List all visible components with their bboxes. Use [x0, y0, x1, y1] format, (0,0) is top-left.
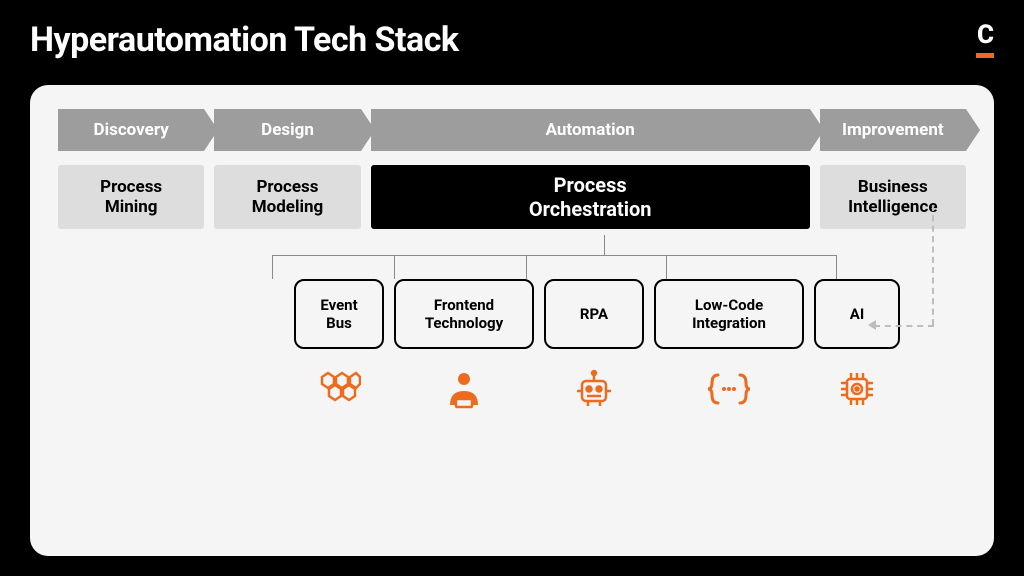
box-process-modeling: ProcessModeling — [214, 165, 360, 229]
stage-row: Discovery Design Automation Improvement — [58, 109, 966, 151]
box-business-intelligence: BusinessIntelligence — [820, 165, 966, 229]
box-label: ProcessMining — [100, 177, 162, 218]
tree-horizontal — [272, 255, 836, 256]
honeycomb-icon — [294, 367, 384, 411]
dashed-connector-vertical — [932, 205, 934, 325]
sub-row: EventBus FrontendTechnology RPA Low-Code… — [58, 279, 966, 349]
logo-letter: C — [977, 20, 993, 50]
tree-branch — [394, 255, 395, 279]
logo-underline — [976, 53, 994, 58]
page-title: Hyperautomation Tech Stack — [30, 20, 459, 60]
robot-icon — [544, 367, 644, 411]
stage-improvement: Improvement — [820, 109, 966, 151]
stage-label: Discovery — [94, 120, 169, 140]
stage-label: Design — [261, 120, 314, 140]
tree-branch — [666, 255, 667, 279]
braces-icon — [654, 367, 804, 411]
box-label: BusinessIntelligence — [848, 177, 937, 218]
tree-branch — [272, 255, 273, 279]
tree-branch — [836, 255, 837, 279]
sub-ai: AI — [814, 279, 900, 349]
dashed-arrowhead-icon — [868, 320, 876, 330]
box-label: ProcessOrchestration — [529, 173, 652, 221]
sub-event-bus: EventBus — [294, 279, 384, 349]
tree-stem — [604, 235, 605, 255]
sub-label: EventBus — [320, 296, 357, 332]
stage-design: Design — [214, 109, 360, 151]
stage-automation: Automation — [371, 109, 810, 151]
user-icon — [394, 367, 534, 411]
sub-label: FrontendTechnology — [425, 296, 503, 332]
tree-connectors — [58, 235, 966, 279]
sub-label: RPA — [580, 305, 608, 323]
box-process-mining: ProcessMining — [58, 165, 204, 229]
box-process-orchestration: ProcessOrchestration — [371, 165, 810, 229]
sub-rpa: RPA — [544, 279, 644, 349]
stage-discovery: Discovery — [58, 109, 204, 151]
sub-low-code-integration: Low-CodeIntegration — [654, 279, 804, 349]
box-row: ProcessMining ProcessModeling ProcessOrc… — [58, 165, 966, 229]
stage-label: Improvement — [842, 120, 944, 140]
sub-frontend-technology: FrontendTechnology — [394, 279, 534, 349]
box-label: ProcessModeling — [252, 177, 323, 218]
sub-label: AI — [850, 305, 864, 323]
sub-label: Low-CodeIntegration — [692, 296, 766, 332]
chip-icon — [814, 367, 900, 411]
brand-logo: C — [976, 20, 994, 58]
icon-row — [58, 367, 966, 411]
diagram-panel: Discovery Design Automation Improvement … — [30, 85, 994, 556]
stage-label: Automation — [546, 120, 635, 140]
tree-branch — [526, 255, 527, 279]
dashed-connector-horizontal — [874, 325, 934, 327]
